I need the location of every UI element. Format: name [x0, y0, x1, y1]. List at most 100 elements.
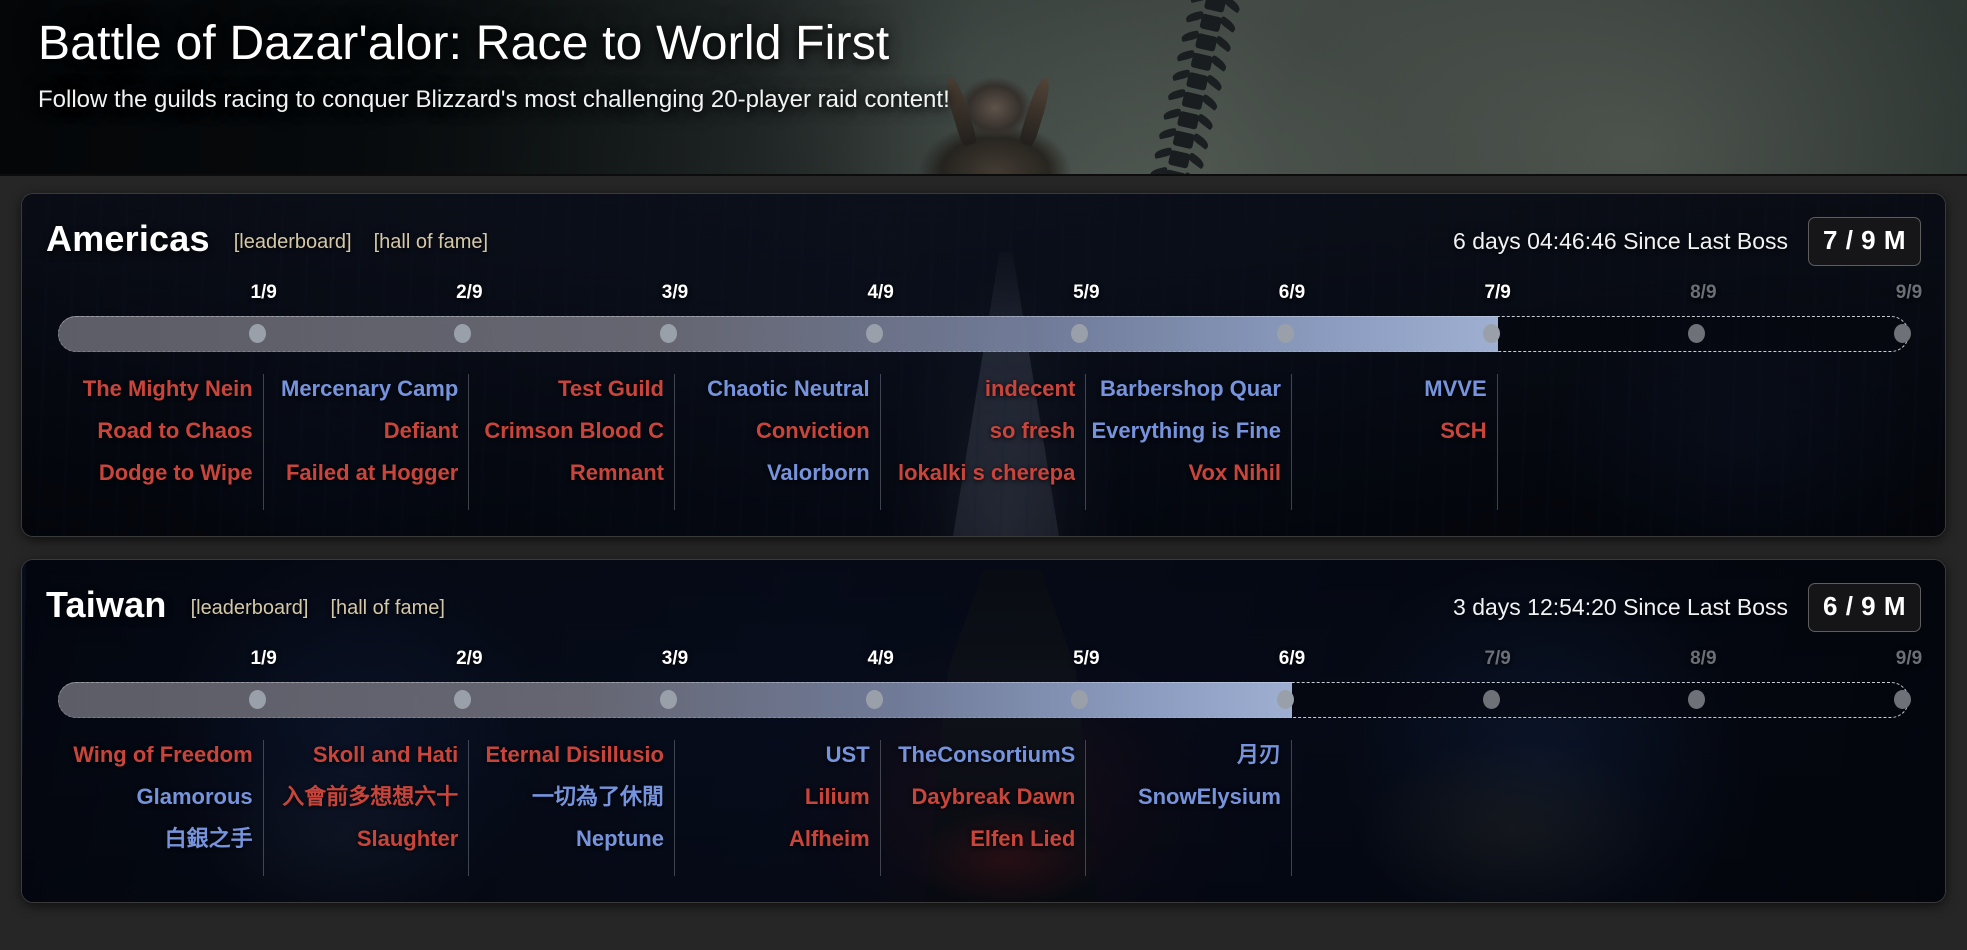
progress-badge[interactable]: 7 / 9 M [1808, 216, 1921, 266]
guild-column: MVVE SCH [1292, 374, 1498, 510]
boss-marker-dot[interactable] [660, 690, 677, 709]
guild-name[interactable]: 月刃 [1086, 740, 1281, 769]
guild-column: 月刃 SnowElysium [1086, 740, 1292, 876]
guild-name[interactable]: Neptune [469, 824, 664, 853]
tick-label: 5/9 [1073, 282, 1100, 303]
panel-header: Taiwan [leaderboard] [hall of fame] 3 days … [46, 579, 1921, 632]
guild-column: Wing of Freedom Glamorous 白銀之手 [58, 740, 264, 876]
guild-name[interactable]: Glamorous [58, 782, 253, 811]
tick-label: 4/9 [867, 282, 894, 303]
guild-name[interactable]: Alfheim [675, 824, 870, 853]
guild-name[interactable]: 一切為了休閒 [469, 782, 664, 811]
guild-column: Test Guild Crimson Blood C Remnant [469, 374, 675, 510]
guild-name[interactable]: Conviction [675, 416, 870, 445]
since-last-boss-text: 6 days 04:46:46 Since Last Boss [1453, 227, 1789, 254]
header-links: [leaderboard] [hall of fame] [234, 224, 488, 254]
guild-column: Skoll and Hati 入會前多想想六十 Slaughter [264, 740, 470, 876]
tick-label: 7/9 [1484, 648, 1511, 669]
tick-label: 1/9 [250, 282, 277, 303]
page-subtitle: Follow the guilds racing to conquer Bliz… [38, 85, 950, 113]
tick-label: 8/9 [1690, 648, 1717, 669]
tick-label: 3/9 [661, 282, 689, 303]
guild-name[interactable]: 入會前多想想六十 [264, 782, 458, 811]
guild-name[interactable]: Lilium [675, 782, 870, 811]
boss-marker-dot[interactable] [248, 324, 266, 343]
guild-column: indecent so fresh lokalki s cherepa [881, 374, 1087, 510]
guild-columns: Wing of Freedom Glamorous 白銀之手 Skoll and Ha… [58, 740, 1909, 876]
guild-name[interactable]: Wing of Freedom [58, 740, 252, 769]
guild-name[interactable]: Vox Nihil [1086, 458, 1281, 487]
guild-name[interactable]: SCH [1292, 416, 1486, 445]
region-panel-taiwan: Taiwan [leaderboard] [hall of fame] 3 days … [22, 560, 1945, 902]
header-status: 3 days 12:54:20 Since Last Boss 6 / 9 M [1453, 579, 1921, 632]
tick-label: 2/9 [456, 648, 483, 669]
guild-column: Mercenary Camp Defiant Failed at Hogger [264, 374, 470, 510]
guild-name[interactable]: UST [675, 740, 870, 769]
guild-columns: The Mighty Nein Road to Chaos Dodge to Wip… [58, 374, 1909, 510]
guild-name[interactable]: Everything is Fine [1086, 416, 1281, 445]
tick-label: 8/9 [1690, 282, 1717, 303]
guild-column: UST Lilium Alfheim [675, 740, 881, 876]
guild-name[interactable]: MVVE [1292, 374, 1486, 403]
tick-label: 2/9 [456, 282, 483, 303]
leaderboard-link[interactable]: [leaderboard] [234, 231, 352, 254]
leaderboard-link[interactable]: [leaderboard] [191, 597, 309, 620]
guild-name[interactable]: Road to Chaos [58, 416, 252, 445]
progress-bar[interactable] [58, 682, 1911, 718]
guild-column: Chaotic Neutral Conviction Valorborn [675, 374, 881, 510]
tick-label: 9/9 [1895, 282, 1923, 303]
boss-marker-dot[interactable] [1482, 324, 1500, 343]
tick-label: 5/9 [1073, 648, 1100, 669]
guild-name[interactable]: Skoll and Hati [264, 740, 458, 769]
progress-bar[interactable] [58, 316, 1911, 352]
guild-name[interactable]: Barbershop Quar [1086, 374, 1281, 403]
guild-name[interactable]: indecent [881, 374, 1075, 403]
guild-name[interactable]: Chaotic Neutral [675, 374, 870, 403]
guild-name[interactable]: Crimson Blood C [469, 416, 664, 445]
boss-marker-dot[interactable] [1894, 690, 1911, 709]
hall-of-fame-link[interactable]: [hall of fame] [330, 597, 445, 620]
guild-column: TheConsortiumS Daybreak Dawn Elfen Lied [881, 740, 1087, 876]
guild-name[interactable]: 白銀之手 [58, 824, 253, 853]
guild-name[interactable]: so fresh [881, 416, 1076, 445]
guild-name[interactable]: Daybreak Dawn [881, 782, 1075, 811]
guild-name[interactable]: Slaughter [264, 824, 458, 853]
panel-content: Americas [leaderboard] [hall of fame] 6 day… [22, 194, 1945, 536]
guild-name[interactable]: Remnant [469, 458, 664, 487]
guild-name[interactable]: SnowElysium [1086, 782, 1281, 811]
tick-label: 6/9 [1278, 282, 1306, 303]
boss-marker-dot[interactable] [248, 690, 266, 709]
header-links: [leaderboard] [hall of fame] [191, 590, 445, 620]
tick-label: 1/9 [250, 648, 277, 669]
guild-name[interactable]: Dodge to Wipe [58, 458, 253, 487]
guild-name[interactable]: Defiant [264, 416, 459, 445]
boss-marker-dot[interactable] [660, 324, 677, 343]
guild-name[interactable]: Failed at Hogger [264, 458, 458, 487]
boss-marker-dot[interactable] [1482, 690, 1500, 709]
guild-name[interactable]: Test Guild [469, 374, 664, 403]
hall-of-fame-link[interactable]: [hall of fame] [374, 231, 489, 254]
region-title: Americas [46, 218, 210, 259]
boss-marker-dot[interactable] [1894, 324, 1911, 343]
guild-name[interactable]: Eternal Disillusio [469, 740, 664, 769]
page-title: Battle of Dazar'alor: Race to World Firs… [38, 17, 890, 70]
guild-column: Barbershop Quar Everything is Fine Vox Nih… [1086, 374, 1292, 510]
guild-name[interactable]: lokalki s cherepa [881, 458, 1075, 487]
guild-name[interactable]: Mercenary Camp [264, 374, 458, 403]
progress-badge[interactable]: 6 / 9 M [1808, 582, 1921, 632]
guild-name[interactable]: TheConsortiumS [881, 740, 1075, 769]
panel-content: Taiwan [leaderboard] [hall of fame] 3 days … [22, 560, 1945, 902]
boss-marker-dot[interactable] [865, 324, 883, 343]
boss-marker-dot[interactable] [1277, 324, 1294, 343]
panel-header: Americas [leaderboard] [hall of fame] 6 day… [46, 214, 1921, 266]
guild-column: Eternal Disillusio 一切為了休閒 Neptune [469, 740, 675, 876]
boss-marker-dot[interactable] [1277, 690, 1294, 709]
tick-label: 3/9 [661, 648, 689, 669]
boss-tick-labels: 1/9 2/9 3/9 4/9 5/9 6/9 7/9 8/9 9/9 [64, 648, 1922, 678]
tick-label: 9/9 [1895, 648, 1923, 669]
tick-label: 6/9 [1278, 648, 1306, 669]
guild-name[interactable]: Elfen Lied [881, 824, 1075, 853]
boss-marker-dot[interactable] [865, 690, 883, 709]
guild-name[interactable]: Valorborn [675, 458, 870, 487]
guild-name[interactable]: The Mighty Nein [58, 374, 253, 403]
